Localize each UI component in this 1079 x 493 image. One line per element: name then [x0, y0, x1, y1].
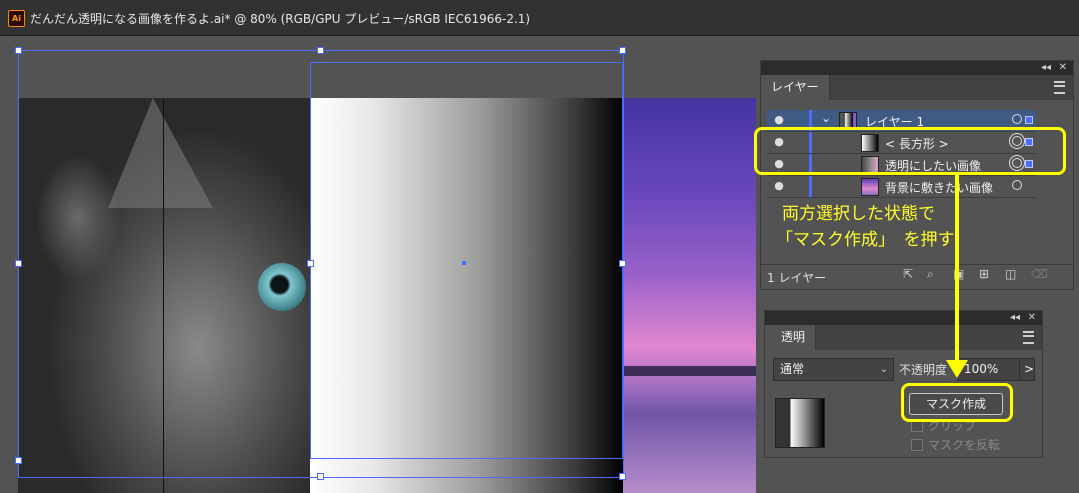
layers-panel-header: ◂◂ ✕ — [761, 61, 1073, 75]
mask-thumbnail[interactable] — [775, 398, 825, 448]
invert-mask-label: マスクを反転 — [928, 438, 1001, 452]
transparency-panel-header: ◂◂ ✕ — [765, 311, 1042, 325]
locate-object-icon[interactable]: ⌕ — [927, 267, 934, 282]
collapse-panel-icon[interactable]: ◂◂ — [1010, 311, 1020, 325]
annotation-text-line2: 「マスク作成」 を押す — [776, 230, 955, 250]
close-panel-icon[interactable]: ✕ — [1028, 311, 1036, 325]
opacity-slider-button[interactable]: > — [1019, 358, 1035, 381]
sunset-image[interactable] — [623, 98, 756, 493]
selection-handle-bc[interactable] — [317, 473, 324, 480]
tab-layers[interactable]: レイヤー — [761, 75, 830, 100]
blend-mode-select[interactable]: 通常 ⌄ — [773, 358, 894, 381]
layer-target-icon[interactable] — [1012, 180, 1022, 190]
opacity-label: 不透明度 — [899, 363, 948, 377]
tab-transparency[interactable]: 透明 — [765, 325, 817, 350]
selection-handle-tr[interactable] — [619, 47, 626, 54]
annotation-arrow-head — [946, 360, 968, 378]
close-panel-icon[interactable]: ✕ — [1059, 61, 1067, 75]
invert-mask-checkbox[interactable] — [911, 439, 923, 451]
new-sublayer-icon[interactable]: ⊞ — [979, 267, 989, 281]
visibility-eye-icon[interactable]: ● — [771, 179, 787, 193]
export-icon[interactable]: ⇱ — [903, 267, 913, 281]
selection-handle-mid-left[interactable] — [307, 260, 314, 267]
layer-target-icon[interactable] — [1012, 114, 1022, 124]
window-titlebar: Ai だんだん透明になる画像を作るよ.ai* @ 80% (RGB/GPU プレ… — [0, 0, 1079, 36]
selection-center-point — [462, 261, 466, 265]
selection-handle-ml[interactable] — [15, 260, 22, 267]
selection-handle-mr[interactable] — [619, 260, 626, 267]
selection-box-image — [310, 62, 623, 459]
layer-count: 1 レイヤー — [767, 271, 827, 285]
annotation-arrow-shaft — [955, 172, 959, 362]
layer-color-bar — [809, 176, 812, 197]
layers-footer: 1 レイヤー ⇱ ⌕ ▣ ⊞ ◫ ⌫ — [761, 264, 1073, 289]
panel-menu-icon[interactable] — [1054, 81, 1065, 94]
layer-row-background-image[interactable]: ● 背景に敷きたい画像 — [767, 176, 1036, 198]
new-layer-icon[interactable]: ◫ — [1005, 267, 1016, 281]
document-title: だんだん透明になる画像を作るよ.ai* @ 80% (RGB/GPU プレビュー… — [30, 12, 531, 26]
panel-menu-icon[interactable] — [1023, 331, 1034, 344]
opacity-value: 100% — [964, 362, 999, 376]
expand-chevron-icon[interactable]: ⌄ — [821, 111, 831, 125]
trash-icon[interactable]: ⌫ — [1031, 267, 1048, 281]
layer-name-background-image[interactable]: 背景に敷きたい画像 — [885, 179, 993, 196]
selection-handle-bl[interactable] — [15, 457, 22, 464]
chevron-down-icon: ⌄ — [879, 364, 888, 375]
selection-handle-tl[interactable] — [15, 47, 22, 54]
blend-mode-value: 通常 — [780, 362, 805, 376]
selection-handle-br[interactable] — [619, 473, 626, 480]
document-canvas[interactable] — [0, 36, 760, 493]
annotation-highlight-mask-button — [901, 383, 1013, 422]
chevron-right-icon: > — [1024, 362, 1035, 376]
annotation-text-line1: 両方選択した状態で — [782, 204, 935, 224]
visibility-eye-icon[interactable]: ● — [771, 113, 787, 127]
layers-panel: ◂◂ ✕ レイヤー ● ⌄ レイヤー 1 ● < 長方形 > ● 透明にしたい画… — [760, 60, 1074, 290]
selection-handle-tc[interactable] — [317, 47, 324, 54]
annotation-highlight-layers — [754, 127, 1066, 175]
sunset-image-thumbnail — [861, 178, 879, 196]
collapse-panel-icon[interactable]: ◂◂ — [1041, 61, 1051, 75]
illustrator-app-icon: Ai — [8, 10, 25, 27]
sunset-horizon — [623, 366, 756, 376]
selection-indicator-icon[interactable] — [1025, 116, 1033, 124]
